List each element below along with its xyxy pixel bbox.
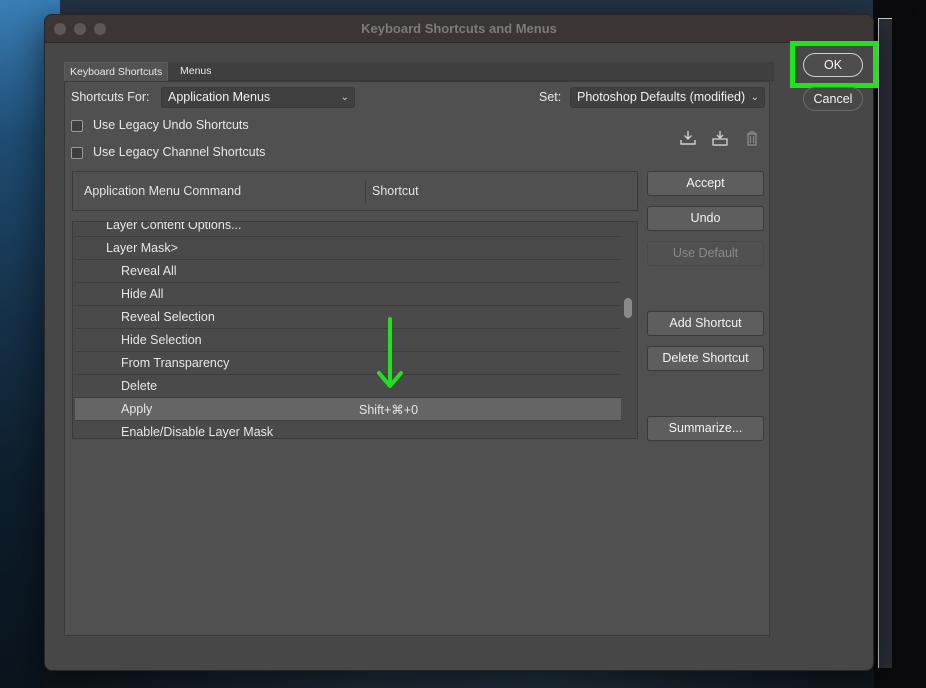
save-set-icon[interactable]: [678, 128, 698, 148]
row-command: Enable/Disable Layer Mask: [121, 425, 274, 439]
tab-menus[interactable]: Menus: [175, 62, 217, 81]
row-shortcut[interactable]: Shift+⌘+0: [359, 402, 418, 417]
table-row[interactable]: Layer Mask>: [75, 237, 622, 260]
tab-bar: Keyboard Shortcuts Menus: [64, 62, 774, 81]
table-row-selected[interactable]: Apply Shift+⌘+0: [75, 398, 622, 421]
scrollbar-thumb[interactable]: [624, 298, 632, 318]
green-arrow-annotation: [377, 317, 403, 388]
row-command: From Transparency: [121, 356, 230, 370]
row-command: Hide Selection: [121, 333, 202, 347]
delete-shortcut-button[interactable]: Delete Shortcut: [647, 346, 764, 371]
shortcuts-for-label: Shortcuts For:: [71, 90, 150, 104]
cancel-button[interactable]: Cancel: [803, 87, 863, 111]
row-command: Apply: [121, 402, 153, 416]
undo-button[interactable]: Undo: [647, 206, 764, 231]
table-row[interactable]: Reveal Selection: [75, 306, 622, 329]
use-default-button[interactable]: Use Default: [647, 241, 764, 266]
table-row[interactable]: Hide All: [75, 283, 622, 306]
background-photo-bottom: [44, 670, 874, 688]
legacy-undo-label: Use Legacy Undo Shortcuts: [93, 118, 249, 132]
column-header-shortcut[interactable]: Shortcut: [372, 184, 419, 198]
row-command: Layer Content Options...: [106, 221, 242, 232]
delete-set-icon[interactable]: [742, 128, 762, 148]
accept-button[interactable]: Accept: [647, 171, 764, 196]
tab-keyboard-shortcuts[interactable]: Keyboard Shortcuts: [64, 62, 169, 81]
add-shortcut-button[interactable]: Add Shortcut: [647, 311, 764, 336]
chevron-down-icon: ⌄: [750, 92, 759, 103]
row-command: Hide All: [121, 287, 164, 301]
table-row[interactable]: From Transparency: [75, 352, 622, 375]
background-canvas-frame: [878, 18, 892, 668]
row-command: Delete: [121, 379, 158, 393]
set-select[interactable]: Photoshop Defaults (modified) ⌄: [570, 87, 765, 108]
row-command: Layer Mask>: [106, 241, 178, 255]
window-title: Keyboard Shortcuts and Menus: [361, 21, 557, 36]
ok-button[interactable]: OK: [803, 53, 863, 77]
row-command: Reveal All: [121, 264, 177, 278]
legacy-channel-checkbox[interactable]: [71, 147, 83, 159]
table-row[interactable]: Reveal All: [75, 260, 622, 283]
set-value: Photoshop Defaults (modified): [577, 90, 746, 104]
table-scrollbar[interactable]: [621, 222, 637, 438]
title-bar: Keyboard Shortcuts and Menus: [45, 15, 873, 43]
shortcuts-for-value: Application Menus: [168, 90, 271, 104]
shortcuts-for-select[interactable]: Application Menus ⌄: [161, 87, 355, 108]
set-label: Set:: [539, 90, 562, 104]
table-row[interactable]: Enable/Disable Layer Mask: [75, 421, 622, 439]
legacy-undo-checkbox[interactable]: [71, 120, 83, 132]
table-row[interactable]: Delete: [75, 375, 622, 398]
row-command: Reveal Selection: [121, 310, 215, 324]
column-divider: [365, 180, 366, 204]
table-header: Application Menu Command Shortcut: [72, 171, 638, 211]
table-row[interactable]: Layer Content Options...: [75, 221, 622, 237]
legacy-channel-label: Use Legacy Channel Shortcuts: [93, 145, 266, 159]
column-header-command[interactable]: Application Menu Command: [84, 184, 241, 198]
shortcuts-table-body[interactable]: Layer Content Options... Layer Mask> Rev…: [72, 221, 638, 439]
table-row[interactable]: Hide Selection: [75, 329, 622, 352]
summarize-button[interactable]: Summarize...: [647, 416, 764, 441]
chevron-down-icon: ⌄: [340, 92, 349, 103]
new-set-icon[interactable]: [710, 128, 730, 148]
